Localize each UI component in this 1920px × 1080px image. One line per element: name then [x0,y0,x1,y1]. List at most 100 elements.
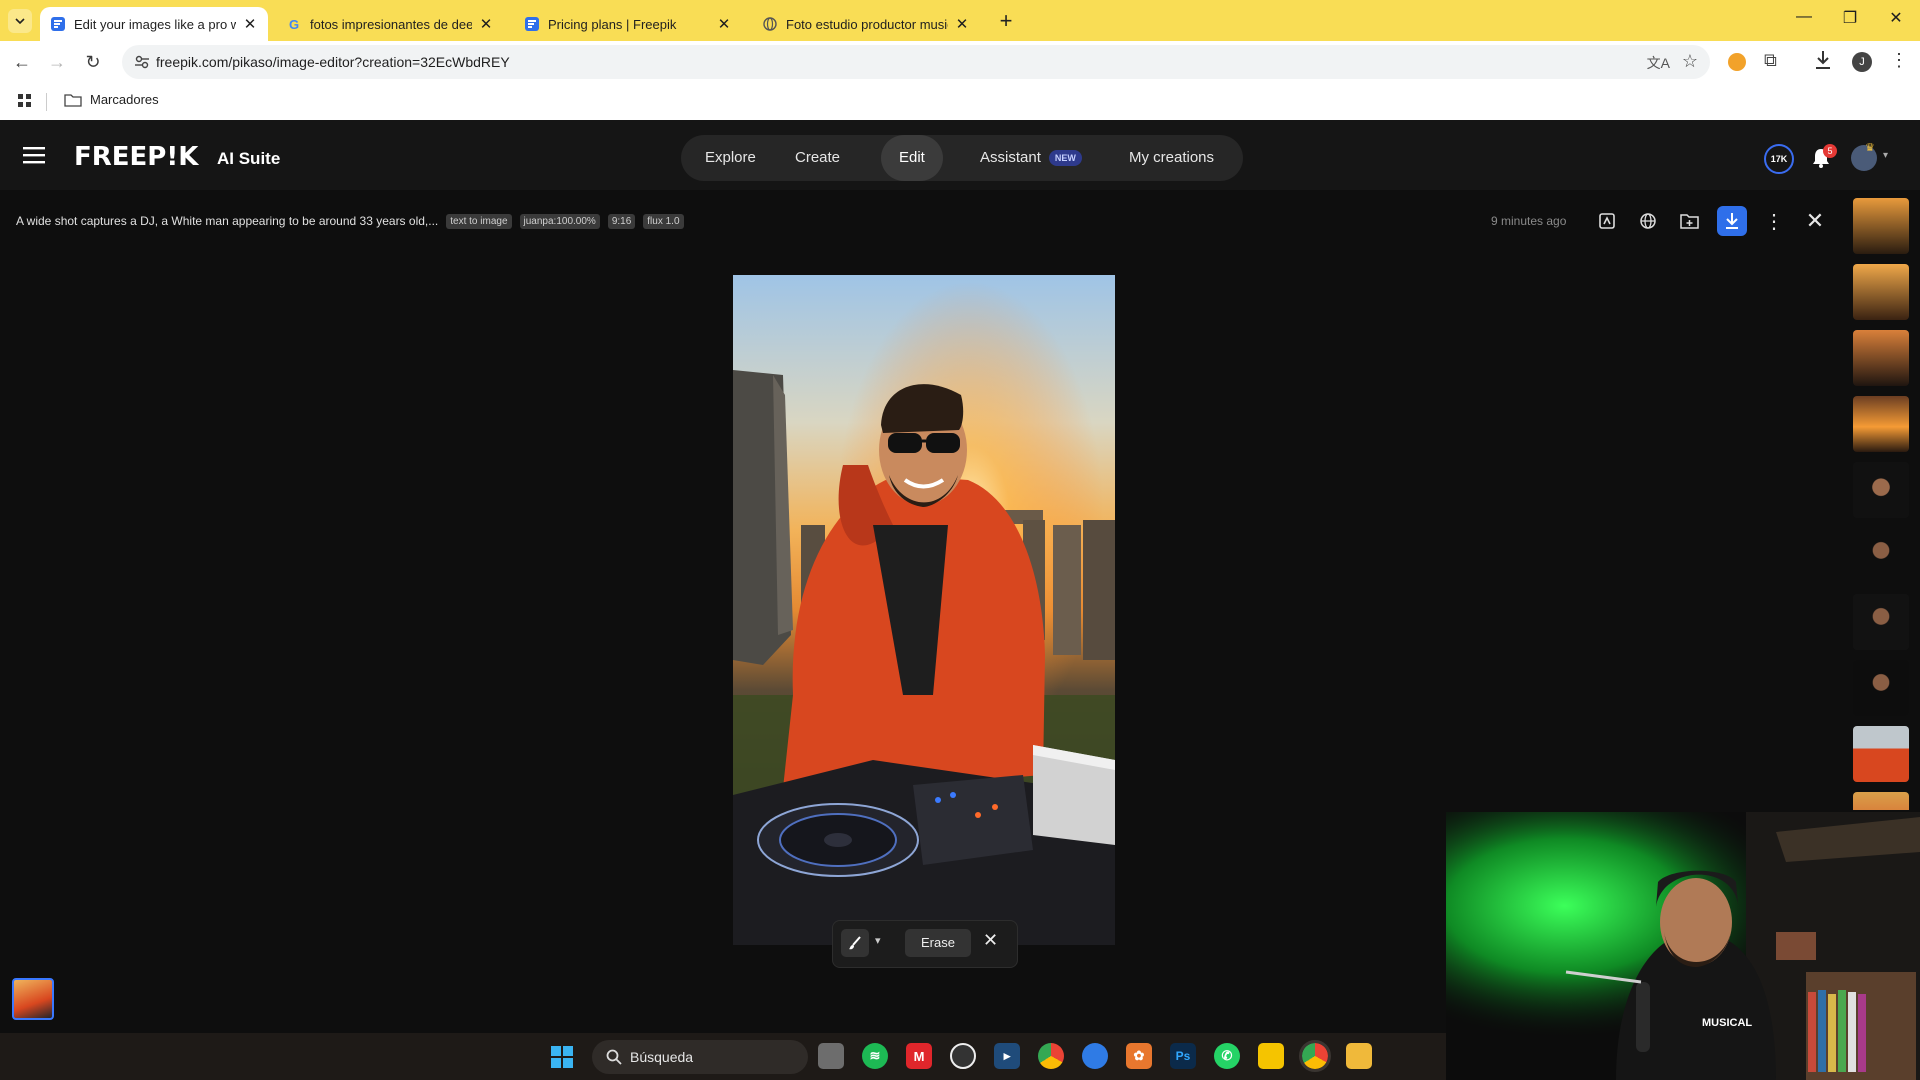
brush-icon [849,936,861,950]
freepik-favicon-icon [524,16,540,32]
current-image-thumbnail[interactable] [12,978,54,1020]
reload-icon[interactable]: ↻ [82,51,104,73]
chevron-down-icon [15,18,25,25]
close-tab-icon[interactable]: ✕ [954,15,970,33]
download-button[interactable] [1717,206,1747,236]
thumbnail[interactable] [1853,264,1909,320]
photoshop-icon[interactable]: Ps [1170,1043,1196,1069]
obs-icon[interactable] [950,1043,976,1069]
tab-title: Foto estudio productor musical [786,16,948,32]
close-tab-icon[interactable]: ✕ [478,15,494,33]
translate-icon[interactable]: 文A [1647,53,1670,73]
compare-icon[interactable] [1592,206,1622,236]
browser-tab-strip: Edit your images like a pro wit ✕ G foto… [0,0,1920,41]
tab-freepik-editor[interactable]: Edit your images like a pro wit ✕ [40,7,268,41]
credits-badge[interactable]: 17K [1764,144,1794,174]
close-window-icon[interactable]: ✕ [1876,8,1916,28]
nav-explore[interactable]: Explore [687,135,774,181]
mail-app-icon[interactable]: M [906,1043,932,1069]
nav-create[interactable]: Create [777,135,858,181]
nav-my-creations[interactable]: My creations [1111,135,1232,181]
add-to-folder-icon[interactable] [1675,206,1705,236]
notifications-count-badge: 5 [1823,144,1837,158]
ai-suite-label: AI Suite [217,149,281,168]
close-tab-icon[interactable]: ✕ [242,15,258,33]
main-nav: Explore Create Edit Assistant NEW My crea… [681,135,1243,181]
thumbnail[interactable] [1853,660,1909,716]
created-time: 9 minutes ago [1491,214,1567,228]
tab-pricing-plans[interactable]: Pricing plans | Freepik ✕ [514,7,742,41]
nav-assistant-label: Assistant [980,149,1041,166]
user-avatar[interactable]: ♛ [1851,142,1877,171]
hamburger-menu-icon[interactable] [23,146,45,169]
thumbnail[interactable] [1853,726,1909,782]
sticky-notes-icon[interactable] [1258,1043,1284,1069]
extension-coin-icon[interactable] [1728,53,1746,71]
apps-grid-icon[interactable] [18,94,32,113]
thumbnail[interactable] [1853,462,1909,518]
bookmarks-bar: Marcadores [0,83,1920,121]
fl-studio-icon[interactable]: ✿ [1126,1043,1152,1069]
back-icon[interactable]: ← [11,51,33,73]
new-badge: NEW [1048,150,1082,167]
erase-toolbar: ▾ Erase ✕ [832,920,1018,968]
brush-tool-button[interactable] [841,929,869,957]
file-explorer-icon[interactable] [1346,1043,1372,1069]
bookmarks-folder-label: Marcadores [90,92,159,107]
whatsapp-icon[interactable]: ✆ [1214,1043,1240,1069]
webcam-overlay: MUSICAL [1446,812,1920,1080]
more-options-icon[interactable]: ⋮ [1759,206,1789,236]
task-view-icon[interactable] [818,1043,844,1069]
minimize-icon[interactable]: — [1784,8,1824,26]
nav-assistant[interactable]: Assistant NEW [962,135,1100,181]
bookmark-star-icon[interactable]: ☆ [1682,51,1698,72]
browser-app-icon[interactable] [1082,1043,1108,1069]
image-info-bar: A wide shot captures a DJ, a White man a… [16,210,684,232]
tag-mode: text to image [446,213,512,229]
tab-google-search[interactable]: G fotos impresionantes de deejay ✕ [276,7,504,41]
image-prompt-text[interactable]: A wide shot captures a DJ, a White man a… [16,214,438,228]
thumbnail[interactable] [1853,594,1909,650]
freepik-logo[interactable]: FREEP!K [74,142,198,172]
windows-taskbar: Búsqueda ≋ M ▸ ✿ Ps ✆ [0,1033,1446,1080]
thumbnail[interactable] [1853,330,1909,386]
erase-button[interactable]: Erase [905,929,971,957]
forward-icon[interactable]: → [46,51,68,73]
thumbnail[interactable] [1853,792,1909,810]
search-icon [606,1049,622,1065]
restore-icon[interactable]: ❐ [1830,8,1870,28]
globe-icon[interactable] [1633,206,1663,236]
extensions-puzzle-icon[interactable]: ⧉ [1764,50,1777,71]
close-tab-icon[interactable]: ✕ [716,15,732,33]
freepik-header: FREEP!K AI Suite Explore Create Edit Ass… [0,120,1920,190]
windows-start-icon[interactable] [551,1046,573,1073]
tab-search-button[interactable] [8,9,32,33]
edited-image[interactable] [733,275,1115,945]
address-bar[interactable]: freepik.com/pikaso/image-editor?creation… [122,45,1710,79]
tab-title: Edit your images like a pro wit [74,16,236,32]
freepik-favicon-icon [50,16,66,32]
bookmarks-divider [46,93,47,111]
downloads-icon[interactable] [1813,49,1833,76]
thumbnail[interactable] [1853,528,1909,584]
close-erase-icon[interactable]: ✕ [983,930,998,951]
crown-icon: ♛ [1865,142,1875,154]
nav-edit[interactable]: Edit [881,135,943,181]
brush-options-chevron-icon[interactable]: ▾ [875,934,881,947]
bookmarks-folder[interactable]: Marcadores [64,92,159,107]
tag-aspect-ratio: 9:16 [607,213,636,229]
taskbar-search[interactable]: Búsqueda [592,1040,808,1074]
thumbnail[interactable] [1853,198,1909,254]
site-settings-icon[interactable] [134,54,150,75]
browser-menu-icon[interactable]: ⋮ [1890,50,1908,71]
spotify-icon[interactable]: ≋ [862,1043,888,1069]
profile-avatar[interactable]: J [1852,52,1872,72]
close-editor-icon[interactable]: ✕ [1800,206,1830,236]
new-tab-button[interactable]: + [994,8,1018,34]
thumbnail[interactable] [1853,396,1909,452]
app-store-icon[interactable]: ▸ [994,1043,1020,1069]
chrome-icon[interactable] [1038,1043,1064,1069]
user-menu-chevron-icon[interactable]: ▾ [1883,150,1888,161]
chrome-profile-icon[interactable] [1299,1040,1331,1072]
tab-foto-estudio[interactable]: Foto estudio productor musical ✕ [752,7,980,41]
